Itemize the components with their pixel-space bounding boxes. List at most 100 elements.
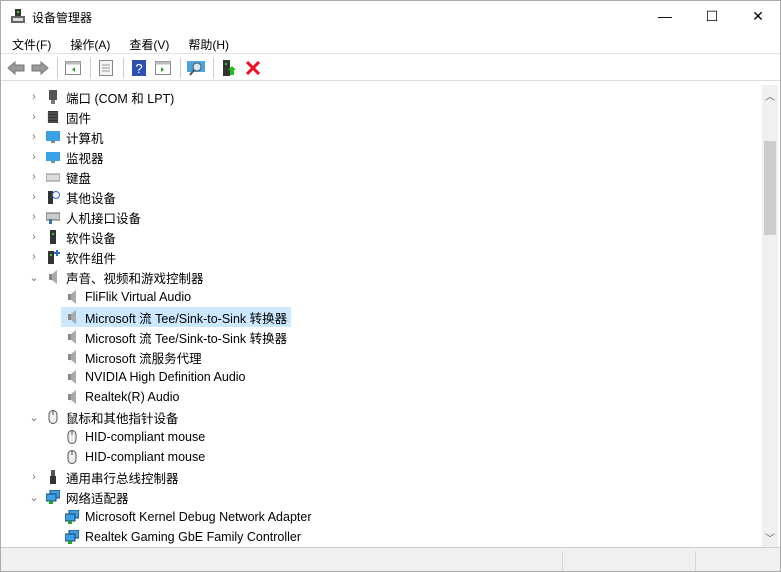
window-title: 设备管理器 bbox=[32, 11, 93, 25]
device-item[interactable]: HID-compliant mouse bbox=[61, 427, 205, 447]
item-label: HID-compliant mouse bbox=[85, 430, 206, 444]
close-button[interactable]: ✕ bbox=[735, 1, 781, 31]
item-label: 软件设备 bbox=[66, 231, 117, 246]
item-label: Realtek Gaming GbE Family Controller bbox=[85, 530, 302, 544]
item-label: 声音、视频和游戏控制器 bbox=[66, 271, 204, 286]
scan-hardware-icon[interactable] bbox=[185, 57, 207, 79]
chevron-right-icon[interactable]: › bbox=[28, 231, 40, 243]
help-icon[interactable]: ? bbox=[128, 57, 150, 79]
scrollbar-thumb[interactable] bbox=[764, 141, 776, 235]
item-label: 监视器 bbox=[66, 151, 104, 166]
category-item[interactable]: › 计算机 bbox=[32, 127, 104, 147]
item-label: NVIDIA High Definition Audio bbox=[85, 370, 246, 384]
software-component-icon bbox=[48, 250, 60, 264]
maximize-button[interactable]: ☐ bbox=[689, 1, 735, 31]
category-item[interactable]: › 键盘 bbox=[32, 167, 92, 187]
item-label: Microsoft 流 Tee/Sink-to-Sink 转换器 bbox=[85, 311, 288, 326]
speaker-icon bbox=[68, 390, 76, 404]
category-item[interactable]: ⌄ 网络适配器 bbox=[29, 487, 129, 507]
hid-icon bbox=[46, 212, 60, 224]
uninstall-icon[interactable] bbox=[242, 57, 264, 79]
software-device-icon bbox=[50, 230, 56, 244]
toolbar-divider bbox=[180, 57, 181, 78]
item-label: HID-compliant mouse bbox=[85, 450, 206, 464]
device-item[interactable]: Microsoft 流服务代理 bbox=[61, 347, 202, 367]
category-item[interactable]: › 人机接口设备 bbox=[32, 207, 142, 227]
status-divider bbox=[562, 551, 563, 571]
menu-help[interactable]: 帮助(H) bbox=[177, 32, 237, 53]
category-item[interactable]: › 其他设备 bbox=[32, 187, 116, 207]
item-label: 端口 (COM 和 LPT) bbox=[66, 91, 175, 106]
forward-icon[interactable] bbox=[29, 57, 51, 79]
title-bar: 设备管理器 — ☐ ✕ bbox=[1, 1, 781, 31]
mouse-icon bbox=[67, 450, 77, 464]
item-label: 鼠标和其他指针设备 bbox=[66, 411, 179, 426]
category-item[interactable]: ⌄ 鼠标和其他指针设备 bbox=[29, 407, 179, 427]
item-label: Microsoft Kernel Debug Network Adapter bbox=[85, 510, 312, 524]
status-divider bbox=[695, 551, 696, 571]
svg-text:?: ? bbox=[135, 61, 142, 76]
show-hide-console-tree-icon[interactable] bbox=[62, 57, 84, 79]
monitor-icon bbox=[46, 152, 60, 163]
device-item[interactable]: Microsoft 流 Tee/Sink-to-Sink 转换器 bbox=[61, 327, 287, 347]
item-label: 计算机 bbox=[66, 131, 104, 146]
category-item[interactable]: › 软件组件 bbox=[32, 247, 116, 267]
chevron-right-icon[interactable]: › bbox=[28, 191, 40, 203]
firmware-icon bbox=[47, 111, 59, 123]
chevron-right-icon[interactable]: › bbox=[28, 471, 40, 483]
category-item[interactable]: › 通用串行总线控制器 bbox=[32, 467, 179, 487]
network-icon bbox=[65, 510, 79, 524]
item-label: FliFlik Virtual Audio bbox=[85, 290, 192, 304]
menu-bar: 文件(F) 操作(A) 查看(V) 帮助(H) bbox=[1, 32, 780, 54]
scroll-up-icon[interactable]: ︿ bbox=[762, 88, 778, 103]
category-item[interactable]: › 软件设备 bbox=[32, 227, 117, 247]
item-label: 人机接口设备 bbox=[66, 211, 142, 226]
device-item[interactable]: Microsoft 流 Tee/Sink-to-Sink 转换器 bbox=[61, 307, 292, 327]
category-item[interactable]: ⌄ 声音、视频和游戏控制器 bbox=[29, 267, 204, 287]
menu-view[interactable]: 查看(V) bbox=[118, 32, 177, 53]
chevron-right-icon[interactable]: › bbox=[28, 211, 40, 223]
category-item[interactable]: › 监视器 bbox=[32, 147, 104, 167]
chevron-right-icon[interactable]: › bbox=[28, 111, 40, 123]
item-label: 键盘 bbox=[66, 171, 92, 186]
vertical-scrollbar[interactable]: ︿ ﹀ bbox=[762, 85, 778, 548]
device-item[interactable]: Realtek Gaming GbE Family Controller bbox=[61, 527, 301, 547]
chevron-right-icon[interactable]: › bbox=[28, 131, 40, 143]
device-item[interactable]: HID-compliant mouse bbox=[61, 447, 205, 467]
item-label: Realtek(R) Audio bbox=[85, 390, 180, 404]
category-item[interactable]: › 固件 bbox=[32, 107, 92, 127]
chevron-down-icon[interactable]: ⌄ bbox=[28, 271, 40, 284]
properties-icon[interactable] bbox=[95, 57, 117, 79]
status-bar bbox=[1, 547, 780, 571]
chevron-right-icon[interactable]: › bbox=[28, 251, 40, 263]
item-label: Microsoft 流服务代理 bbox=[85, 351, 202, 366]
device-tree: › 端口 (COM 和 LPT) › 固件 › 计算机 › 监视器 › 键盘 › 其他设备 › 人机接口设… bbox=[4, 85, 764, 547]
chevron-down-icon[interactable]: ⌄ bbox=[28, 411, 40, 424]
action-pane-icon[interactable] bbox=[152, 57, 174, 79]
menu-action[interactable]: 操作(A) bbox=[59, 32, 118, 53]
speaker-icon bbox=[68, 330, 76, 344]
update-driver-icon[interactable] bbox=[218, 57, 240, 79]
chevron-right-icon[interactable]: › bbox=[28, 171, 40, 183]
network-icon bbox=[65, 530, 79, 544]
device-item[interactable]: NVIDIA High Definition Audio bbox=[61, 367, 246, 387]
toolbar-divider bbox=[57, 57, 58, 78]
category-item[interactable]: › 端口 (COM 和 LPT) bbox=[32, 87, 175, 107]
device-item[interactable]: Microsoft Kernel Debug Network Adapter bbox=[61, 507, 312, 527]
device-item[interactable]: Realtek(R) Audio bbox=[61, 387, 180, 407]
chevron-down-icon[interactable]: ⌄ bbox=[28, 491, 40, 504]
chevron-right-icon[interactable]: › bbox=[28, 91, 40, 103]
chevron-right-icon[interactable]: › bbox=[28, 151, 40, 163]
device-manager-icon bbox=[11, 9, 25, 23]
speaker-icon bbox=[68, 290, 76, 304]
menu-file[interactable]: 文件(F) bbox=[1, 32, 59, 53]
minimize-button[interactable]: — bbox=[642, 1, 688, 31]
scroll-down-icon[interactable]: ﹀ bbox=[762, 530, 778, 545]
back-icon[interactable] bbox=[5, 57, 27, 79]
speaker-icon bbox=[68, 350, 76, 364]
port-icon bbox=[49, 90, 57, 104]
device-item[interactable]: FliFlik Virtual Audio bbox=[61, 287, 191, 307]
toolbar-divider bbox=[213, 57, 214, 78]
toolbar: ? bbox=[1, 55, 780, 81]
item-label: 固件 bbox=[66, 111, 92, 126]
